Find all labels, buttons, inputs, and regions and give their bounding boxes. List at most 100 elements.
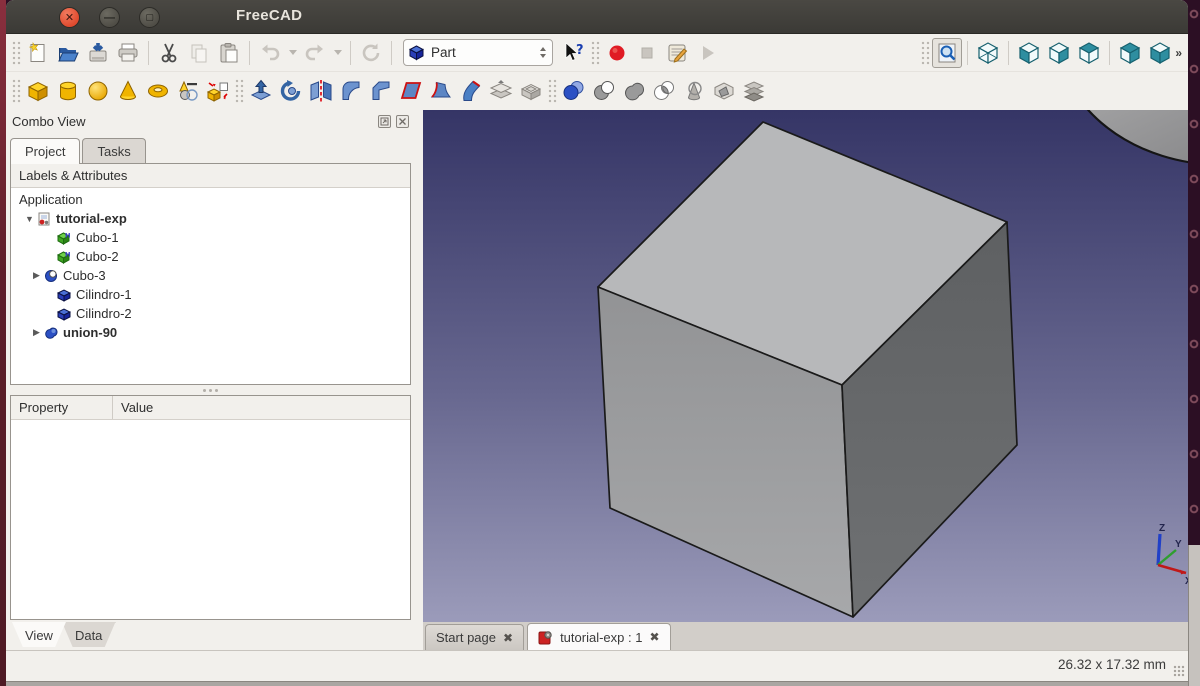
part-chamfer-icon[interactable] <box>366 76 396 106</box>
undo-dropdown-icon[interactable] <box>285 38 300 68</box>
value-column-header[interactable]: Value <box>113 396 410 419</box>
panel-splitter-handle[interactable] <box>10 385 411 395</box>
part-boolean-icon[interactable] <box>559 76 589 106</box>
part-union-icon[interactable] <box>619 76 649 106</box>
part-mirror-icon[interactable] <box>306 76 336 106</box>
tab-data[interactable]: Data <box>62 622 115 648</box>
view-right-icon[interactable] <box>1074 38 1104 68</box>
tree-item-document[interactable]: ▼ tutorial-exp <box>11 209 410 228</box>
close-tab-icon[interactable]: ✖ <box>503 631 513 645</box>
part-sphere-icon[interactable] <box>83 76 113 106</box>
toolbar-handle[interactable] <box>12 41 21 65</box>
view-rear-icon[interactable] <box>1115 38 1145 68</box>
refresh-icon[interactable] <box>356 38 386 68</box>
axis-y-label: Y <box>1175 539 1182 550</box>
mdi-tab-start-page[interactable]: Start page ✖ <box>425 624 524 650</box>
float-panel-button[interactable] <box>378 115 391 128</box>
tree-item-cubo-3[interactable]: ▶ Cubo-3 <box>11 266 410 285</box>
tree-item-cubo-1[interactable]: H Cubo-1 <box>11 228 410 247</box>
part-offset-icon[interactable] <box>486 76 516 106</box>
whats-this-icon[interactable]: ? <box>559 38 589 68</box>
part-cross-sections-icon[interactable] <box>739 76 769 106</box>
copy-icon[interactable] <box>184 38 214 68</box>
close-button[interactable]: ✕ <box>59 7 80 28</box>
part-ruled-surface-icon[interactable] <box>426 76 456 106</box>
new-document-icon[interactable] <box>23 38 53 68</box>
tree-root-application[interactable]: Application <box>11 190 410 209</box>
undo-icon[interactable] <box>255 38 285 68</box>
redo-dropdown-icon[interactable] <box>330 38 345 68</box>
tree-item-union-90[interactable]: ▶ union-90 <box>11 323 410 342</box>
titlebar[interactable]: ✕ — ▢ FreeCAD <box>6 0 1188 34</box>
macro-edit-icon[interactable] <box>662 38 692 68</box>
tab-tasks[interactable]: Tasks <box>82 138 145 163</box>
3d-viewport[interactable]: Z Y X <box>423 110 1188 622</box>
view-top-icon[interactable] <box>1044 38 1074 68</box>
tree-item-cilindro-1[interactable]: Cilindro-1 <box>11 285 410 304</box>
toolbar-handle[interactable] <box>921 41 930 65</box>
green-box-icon: H <box>56 250 72 264</box>
part-torus-icon[interactable] <box>143 76 173 106</box>
close-panel-button[interactable] <box>396 115 409 128</box>
boolean-union-icon <box>43 326 59 340</box>
save-document-icon[interactable] <box>83 38 113 68</box>
print-icon[interactable] <box>113 38 143 68</box>
view-left-icon[interactable] <box>1145 38 1175 68</box>
tree-item-cilindro-2[interactable]: Cilindro-2 <box>11 304 410 323</box>
paste-icon[interactable] <box>214 38 244 68</box>
part-primitives-icon[interactable] <box>173 76 203 106</box>
toolbar-handle[interactable] <box>12 79 21 103</box>
collapsed-arrow-icon[interactable]: ▶ <box>30 327 43 338</box>
toolbar-handle[interactable] <box>591 41 600 65</box>
toolbar-overflow-button[interactable]: » <box>1175 46 1184 60</box>
tab-project[interactable]: Project <box>10 138 80 164</box>
part-section-icon[interactable] <box>679 76 709 106</box>
workbench-spinner[interactable] <box>540 47 548 58</box>
part-extrude-icon[interactable] <box>246 76 276 106</box>
part-cross-section-icon[interactable] <box>709 76 739 106</box>
workbench-selector[interactable]: Part <box>403 39 553 66</box>
view-fit-all-icon[interactable] <box>932 38 962 68</box>
mdi-tab-document[interactable]: tutorial-exp : 1 ✖ <box>527 623 670 650</box>
dock-splitter-handle[interactable] <box>415 110 423 650</box>
part-fillet-icon[interactable] <box>336 76 366 106</box>
maximize-button[interactable]: ▢ <box>139 7 160 28</box>
part-cylinder-icon[interactable] <box>53 76 83 106</box>
macro-play-icon[interactable] <box>692 38 722 68</box>
macro-record-icon[interactable] <box>602 38 632 68</box>
expanded-arrow-icon[interactable]: ▼ <box>23 214 36 224</box>
toolbar-handle[interactable] <box>235 79 244 103</box>
resize-grip[interactable] <box>1173 665 1185 677</box>
part-workbench-icon <box>408 44 425 61</box>
freecad-document-icon <box>36 212 52 226</box>
green-box-icon: H <box>56 231 72 245</box>
background-window-strip <box>6 681 1188 686</box>
redo-icon[interactable] <box>300 38 330 68</box>
model-tree-frame: Labels & Attributes Application ▼ tutori… <box>10 163 411 385</box>
cut-icon[interactable] <box>154 38 184 68</box>
tree-item-cubo-2[interactable]: H Cubo-2 <box>11 247 410 266</box>
open-document-icon[interactable] <box>53 38 83 68</box>
minimize-button[interactable]: — <box>99 7 120 28</box>
part-revolve-icon[interactable] <box>276 76 306 106</box>
property-table-header: Property Value <box>11 396 410 420</box>
property-column-header[interactable]: Property <box>11 396 113 419</box>
property-editor-frame: Property Value <box>10 395 411 620</box>
part-make-face-icon[interactable] <box>396 76 426 106</box>
property-editor-tabs: View Data <box>12 622 111 648</box>
view-axonometric-icon[interactable] <box>973 38 1003 68</box>
view-front-icon[interactable] <box>1014 38 1044 68</box>
dimension-indicator: 26.32 x 17.32 mm <box>1058 657 1166 672</box>
macro-stop-icon[interactable] <box>632 38 662 68</box>
part-cut-icon[interactable] <box>589 76 619 106</box>
tab-view[interactable]: View <box>12 622 66 648</box>
part-shape-builder-icon[interactable] <box>203 76 233 106</box>
part-loft-icon[interactable] <box>456 76 486 106</box>
close-tab-icon[interactable]: ✖ <box>649 630 659 644</box>
part-box-icon[interactable] <box>23 76 53 106</box>
part-thickness-icon[interactable] <box>516 76 546 106</box>
toolbar-handle[interactable] <box>548 79 557 103</box>
part-cone-icon[interactable] <box>113 76 143 106</box>
collapsed-arrow-icon[interactable]: ▶ <box>30 270 43 281</box>
part-intersection-icon[interactable] <box>649 76 679 106</box>
